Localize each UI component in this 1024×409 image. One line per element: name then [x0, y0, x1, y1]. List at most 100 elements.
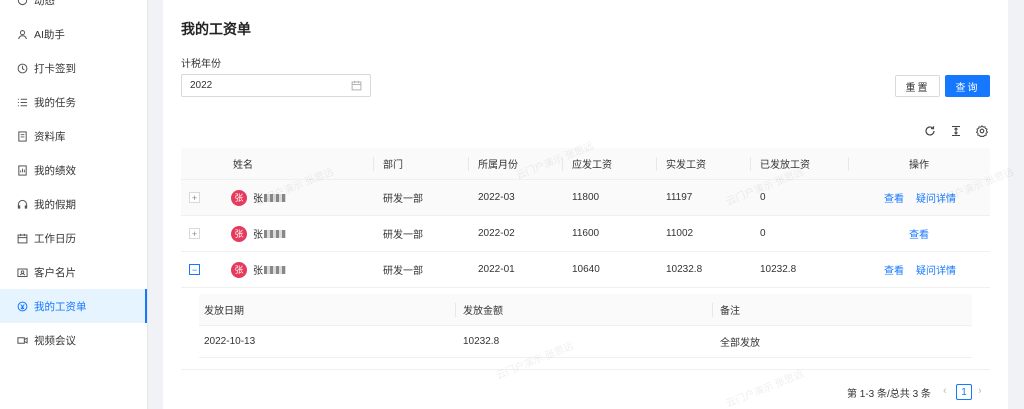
- column-header: 部门: [383, 160, 403, 171]
- list-icon: [17, 97, 28, 108]
- sidebar-item-calendar[interactable]: 工作日历: [0, 221, 147, 255]
- column-header: 应发工资: [572, 160, 612, 171]
- paid-salary-cell: 10232.8: [760, 264, 797, 275]
- watermark: 云门户演示 张思远: [724, 368, 806, 409]
- column-height-icon[interactable]: [949, 124, 963, 138]
- reset-button[interactable]: 重置: [895, 75, 940, 97]
- sidebar-item-label: 客户名片: [34, 266, 76, 279]
- payment-amount-cell: 10232.8: [463, 336, 500, 347]
- table-row[interactable]: − 张 张 研发一部 2022-01 10640 10232.8 10232.8…: [181, 252, 990, 288]
- sidebar-item-label: 我的任务: [34, 96, 76, 109]
- sidebar-item-label: 打卡签到: [34, 62, 76, 75]
- employee-name: 张: [253, 266, 263, 277]
- page-title: 我的工资单: [181, 21, 251, 37]
- sidebar-item-ai-assistant[interactable]: AI助手: [0, 17, 147, 51]
- card-icon: [17, 267, 28, 278]
- collapse-row-button[interactable]: −: [189, 264, 200, 275]
- column-header: 操作: [909, 160, 929, 171]
- column-header: 发放日期: [204, 306, 244, 317]
- month-cell: 2022-03: [478, 192, 515, 203]
- sidebar-item-label: AI助手: [34, 28, 65, 41]
- sidebar-item-video-meeting[interactable]: 视频会议: [0, 323, 147, 357]
- sidebar-item-label: 我的绩效: [34, 164, 76, 177]
- video-icon: [17, 335, 28, 346]
- redacted-name: [264, 229, 286, 238]
- user-icon: [17, 29, 28, 40]
- paid-salary-cell: 0: [760, 228, 766, 239]
- main-panel: 我的工资单 计税年份 2022 重置 查询 姓名 部门 所属月份 应发工资 实发…: [163, 0, 1016, 409]
- net-salary-cell: 10232.8: [666, 264, 703, 275]
- redacted-name: [264, 265, 286, 274]
- sidebar: 动态 AI助手 打卡签到 我的任务 资料库 我的绩效 我的假期 工作日历 客户名…: [0, 0, 148, 409]
- net-salary-cell: 11197: [666, 192, 693, 203]
- sidebar-item-label: 视频会议: [34, 334, 76, 347]
- sidebar-item-tasks[interactable]: 我的任务: [0, 85, 147, 119]
- query-button[interactable]: 查询: [945, 75, 990, 97]
- question-detail-link[interactable]: 疑问详情: [916, 190, 956, 205]
- prev-page-button[interactable]: ‹: [943, 385, 947, 397]
- sidebar-item-performance[interactable]: 我的绩效: [0, 153, 147, 187]
- avatar: 张: [231, 261, 247, 278]
- paid-salary-cell: 0: [760, 192, 766, 203]
- column-header: 发放金额: [463, 306, 503, 317]
- department-cell: 研发一部: [383, 230, 423, 241]
- department-cell: 研发一部: [383, 194, 423, 205]
- table-row[interactable]: + 张 张 研发一部 2022-02 11600 11002 0 查看: [181, 216, 990, 252]
- redacted-name: [264, 193, 286, 202]
- reload-icon[interactable]: [923, 124, 937, 138]
- department-cell: 研发一部: [383, 266, 423, 277]
- month-cell: 2022-02: [478, 228, 515, 239]
- table-header: 姓名 部门 所属月份 应发工资 实发工资 已发放工资 操作: [181, 148, 990, 180]
- report-icon: [17, 164, 28, 176]
- sidebar-item-label: 资料库: [34, 130, 66, 143]
- headphone-icon: [17, 199, 28, 210]
- sidebar-item-checkin[interactable]: 打卡签到: [0, 51, 147, 85]
- column-header: 所属月份: [478, 160, 518, 171]
- settings-icon[interactable]: [975, 124, 989, 138]
- sidebar-item-label: 工作日历: [34, 232, 76, 245]
- gross-salary-cell: 10640: [572, 264, 600, 275]
- employee-name: 张: [253, 230, 263, 241]
- sidebar-item-activity[interactable]: 动态: [0, 0, 147, 17]
- payment-detail-panel: 发放日期 发放金额 备注 2022-10-13 10232.8 全部发放: [181, 288, 990, 370]
- payroll-icon: [17, 301, 28, 312]
- payroll-table: 姓名 部门 所属月份 应发工资 实发工资 已发放工资 操作 + 张 张 研发一部…: [181, 148, 990, 370]
- clock-icon: [17, 63, 28, 74]
- payment-detail-header: 发放日期 发放金额 备注: [199, 294, 972, 326]
- expand-row-button[interactable]: +: [189, 228, 200, 239]
- calendar-icon: [17, 233, 28, 244]
- employee-name: 张: [253, 194, 263, 205]
- column-header: 已发放工资: [760, 160, 810, 171]
- payment-date-cell: 2022-10-13: [204, 336, 256, 347]
- tax-year-picker[interactable]: 2022: [181, 74, 371, 97]
- view-link[interactable]: 查看: [909, 226, 929, 241]
- question-detail-link[interactable]: 疑问详情: [916, 262, 956, 277]
- pagination-summary: 第 1-3 条/总共 3 条: [847, 389, 931, 400]
- gross-salary-cell: 11800: [572, 192, 600, 203]
- column-header: 实发工资: [666, 160, 706, 171]
- column-header: 姓名: [233, 160, 253, 171]
- gross-salary-cell: 11600: [572, 228, 600, 239]
- month-cell: 2022-01: [478, 264, 515, 275]
- column-header: 备注: [720, 306, 740, 317]
- sidebar-item-payroll[interactable]: 我的工资单: [0, 289, 147, 323]
- sidebar-item-label: 动态: [34, 0, 55, 7]
- tax-year-label: 计税年份: [181, 59, 221, 70]
- payment-detail-row: 2022-10-13 10232.8 全部发放: [199, 326, 972, 358]
- table-row[interactable]: + 张 张 研发一部 2022-03 11800 11197 0 查看 疑问详情: [181, 180, 990, 216]
- sidebar-item-leave[interactable]: 我的假期: [0, 187, 147, 221]
- sidebar-item-library[interactable]: 资料库: [0, 119, 147, 153]
- tax-year-value: 2022: [190, 80, 213, 91]
- sidebar-item-label: 我的假期: [34, 198, 76, 211]
- avatar: 张: [231, 225, 247, 242]
- calendar-icon: [351, 80, 362, 94]
- next-page-button[interactable]: ›: [978, 385, 982, 397]
- view-link[interactable]: 查看: [884, 262, 904, 277]
- page-1-button[interactable]: 1: [956, 384, 972, 400]
- sidebar-item-business-card[interactable]: 客户名片: [0, 255, 147, 289]
- payment-note-cell: 全部发放: [720, 338, 760, 349]
- net-salary-cell: 11002: [666, 228, 694, 239]
- document-icon: [17, 130, 28, 142]
- view-link[interactable]: 查看: [884, 190, 904, 205]
- expand-row-button[interactable]: +: [189, 192, 200, 203]
